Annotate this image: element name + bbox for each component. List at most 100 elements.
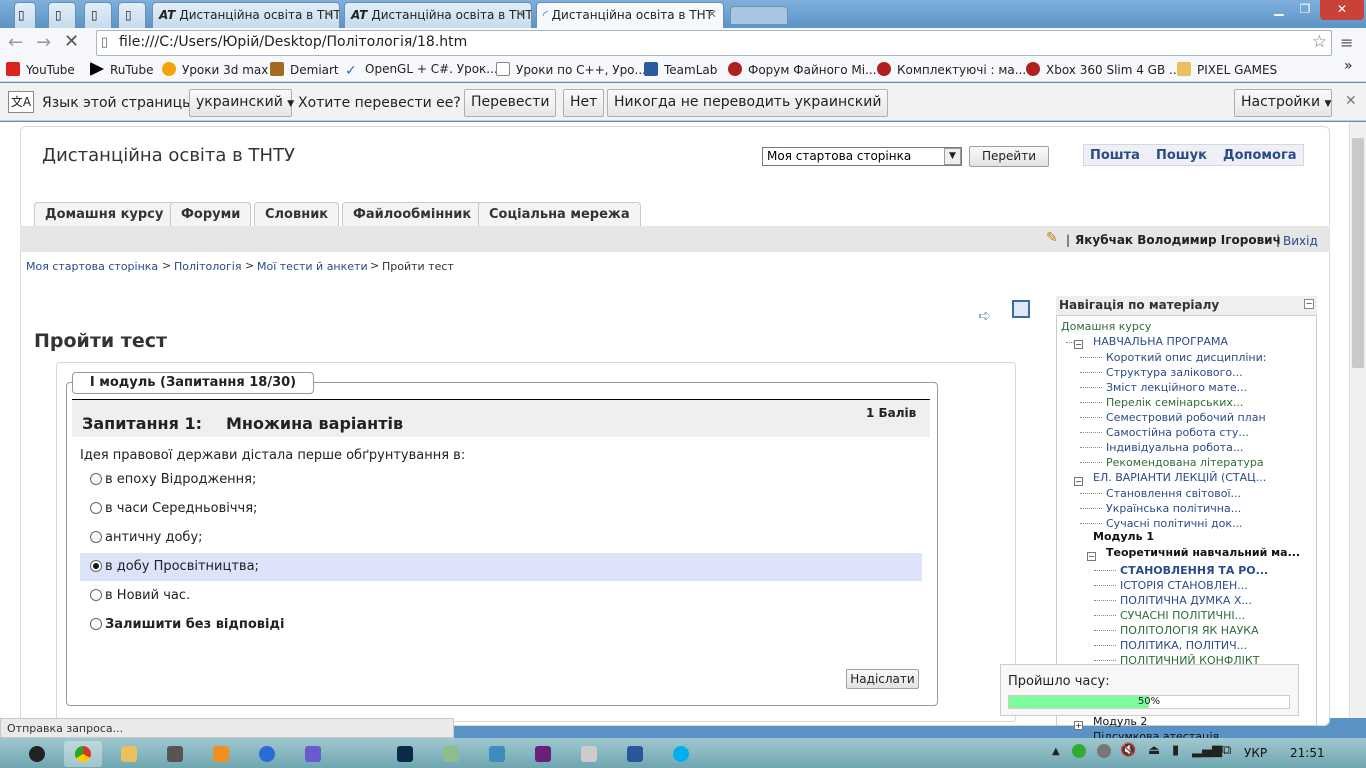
chrome-icon[interactable]: [64, 741, 102, 767]
blank-tab[interactable]: ▯: [48, 2, 76, 28]
nav-item[interactable]: НАВЧАЛЬНА ПРОГРАМА: [1093, 335, 1228, 348]
nav-item[interactable]: Модуль 2: [1093, 715, 1147, 728]
video-editor-icon[interactable]: [156, 741, 194, 767]
glasses-icon[interactable]: [294, 741, 332, 767]
nav-item[interactable]: Індивідуальна робота...: [1106, 441, 1243, 454]
tab-file-exchange[interactable]: Файлообмінник: [342, 202, 483, 226]
jump-button[interactable]: Перейти: [969, 146, 1049, 167]
nav-item[interactable]: Домашня курсу: [1061, 320, 1151, 333]
volume-icon[interactable]: 🔇: [1120, 743, 1136, 758]
language-select[interactable]: украинский ▼: [189, 89, 294, 117]
collapse-icon[interactable]: −: [1087, 552, 1096, 561]
minimize-icon[interactable]: ▁: [1266, 0, 1292, 20]
nav-item[interactable]: ЕЛ. ВАРІАНТИ ЛЕКЦІЙ (СТАЦ...: [1093, 471, 1266, 484]
nav-item[interactable]: ПОЛІТОЛОГІЯ ЯК НАУКА: [1120, 624, 1259, 637]
tab-social-network[interactable]: Соціальна мережа: [478, 202, 641, 226]
media-player-icon[interactable]: [202, 741, 240, 767]
nav-item[interactable]: СУЧАСНІ ПОЛІТИЧНІ...: [1120, 609, 1245, 622]
visual-studio-icon[interactable]: [524, 741, 562, 767]
game-maker-icon[interactable]: [432, 741, 470, 767]
close-icon[interactable]: ✕: [707, 7, 717, 21]
calculator-icon[interactable]: [570, 741, 608, 767]
bookmark-forum[interactable]: Форум Файного Мі...: [728, 62, 877, 77]
no-answer-option[interactable]: Залишити без відповіді: [80, 611, 922, 639]
close-icon[interactable]: ✕: [1345, 93, 1357, 109]
language-indicator[interactable]: УКР: [1244, 746, 1267, 760]
radio-button[interactable]: [90, 589, 102, 601]
bookmark-pixel-games[interactable]: PIXEL GAMES: [1177, 62, 1277, 77]
nav-item[interactable]: Рекомендована література: [1106, 456, 1264, 469]
skype-icon[interactable]: [662, 741, 700, 767]
bookmark-demiart[interactable]: Demiart: [270, 62, 339, 77]
breadcrumb-home[interactable]: Моя стартова сторінка: [26, 260, 158, 273]
mail-link[interactable]: Пошта: [1090, 148, 1140, 163]
maximize-icon[interactable]: ❐: [1292, 0, 1318, 20]
settings-tool-icon[interactable]: [478, 741, 516, 767]
tab-forums[interactable]: Форуми: [170, 202, 252, 226]
radio-button[interactable]: [90, 618, 102, 630]
more-bookmarks-icon[interactable]: »: [1344, 58, 1353, 74]
bookmark-teamlab[interactable]: TeamLab: [644, 62, 717, 77]
translate-button[interactable]: Перевести: [464, 89, 557, 117]
move-right-icon[interactable]: ➪: [978, 306, 991, 325]
address-bar[interactable]: ▯ file:///C:/Users/Юрій/Desktop/Політоло…: [96, 30, 1332, 56]
tab-dist-3[interactable]: ◜ Дистанційна освіта в ТНТ ✕: [536, 2, 724, 28]
lightning-icon[interactable]: [248, 741, 286, 767]
search-link[interactable]: Пошук: [1156, 148, 1207, 163]
nav-item[interactable]: Сучасні політичні док...: [1106, 517, 1243, 530]
pinned-tab[interactable]: ▯: [14, 2, 36, 28]
new-tab-button[interactable]: [730, 6, 788, 24]
collapse-icon[interactable]: −: [1074, 477, 1083, 486]
tab-dist-2[interactable]: AT Дистанційна освіта в ТНТ ✕: [344, 2, 532, 28]
expand-icon[interactable]: +: [1074, 721, 1083, 730]
tab-dist-1[interactable]: AT Дистанційна освіта в ТНТ ✕: [152, 2, 340, 28]
collapse-icon[interactable]: −: [1074, 340, 1083, 349]
back-icon[interactable]: ←: [8, 32, 23, 53]
nav-item[interactable]: Семестровий робочий план: [1106, 411, 1266, 424]
page-scrollbar[interactable]: [1349, 122, 1366, 718]
answer-option[interactable]: в Новий час.: [80, 582, 922, 610]
logout-link[interactable]: Вихід: [1283, 234, 1318, 248]
tab-glossary[interactable]: Словник: [254, 202, 340, 226]
radio-button[interactable]: [90, 473, 102, 485]
start-icon[interactable]: [18, 741, 56, 767]
nav-item[interactable]: ІСТОРІЯ СТАНОВЛЕН...: [1120, 579, 1248, 592]
no-button[interactable]: Нет: [563, 89, 605, 117]
bookmark-youtube[interactable]: YouTube: [6, 62, 75, 77]
bookmark-opengl[interactable]: ✓ OpenGL + C#. Урок...: [345, 62, 498, 79]
usb-icon[interactable]: ⏏: [1148, 743, 1160, 758]
settings-button[interactable]: Настройки ▼: [1234, 89, 1332, 117]
nav-item[interactable]: Українська політична...: [1106, 502, 1241, 515]
answer-option-selected[interactable]: в добу Просвітництва;: [80, 553, 922, 581]
bookmark-xbox[interactable]: Xbox 360 Slim 4 GB ...: [1026, 62, 1180, 77]
nav-item[interactable]: ПОЛІТИКА, ПОЛІТИЧ...: [1120, 639, 1247, 652]
breadcrumb-tests[interactable]: Мої тести й анкети: [257, 260, 368, 273]
nav-item[interactable]: ПОЛІТИЧНА ДУМКА Х...: [1120, 594, 1252, 607]
submit-button[interactable]: Надіслати: [846, 669, 919, 689]
bookmark-rutube[interactable]: RuTube: [90, 62, 154, 77]
stop-icon[interactable]: ✕: [64, 31, 79, 52]
window-close-icon[interactable]: ✕: [1320, 0, 1364, 20]
blank-tab[interactable]: ▯: [84, 2, 112, 28]
menu-icon[interactable]: ≡: [1340, 33, 1353, 52]
answer-option[interactable]: в епоху Відродження;: [80, 466, 922, 494]
clock[interactable]: 21:51: [1290, 746, 1325, 760]
nav-item[interactable]: Перелік семінарських...: [1106, 396, 1243, 409]
battery-icon[interactable]: ▮: [1172, 743, 1179, 758]
answer-option[interactable]: античну добу;: [80, 524, 922, 552]
never-translate-button[interactable]: Никогда не переводить украинский: [607, 89, 889, 117]
star-icon[interactable]: ☆: [1312, 32, 1327, 52]
breadcrumb-course[interactable]: Політологія: [174, 260, 241, 273]
nav-item[interactable]: Модуль 1: [1093, 530, 1154, 543]
tab-course-home[interactable]: Домашня курсу: [34, 202, 175, 226]
close-icon[interactable]: ✕: [323, 7, 333, 21]
answer-option[interactable]: в часи Середньовіччя;: [80, 495, 922, 523]
radio-button[interactable]: [90, 531, 102, 543]
nav-item[interactable]: Становлення світової...: [1106, 487, 1241, 500]
network-icon[interactable]: ⧉: [1222, 743, 1231, 758]
collapse-icon[interactable]: −: [1304, 299, 1314, 309]
forward-icon[interactable]: →: [36, 32, 51, 53]
jump-select[interactable]: Моя стартова сторінка: [762, 147, 962, 166]
nav-item[interactable]: Зміст лекційного мате...: [1106, 381, 1247, 394]
nav-item[interactable]: Теоретичний навчальний ма...: [1106, 546, 1300, 559]
